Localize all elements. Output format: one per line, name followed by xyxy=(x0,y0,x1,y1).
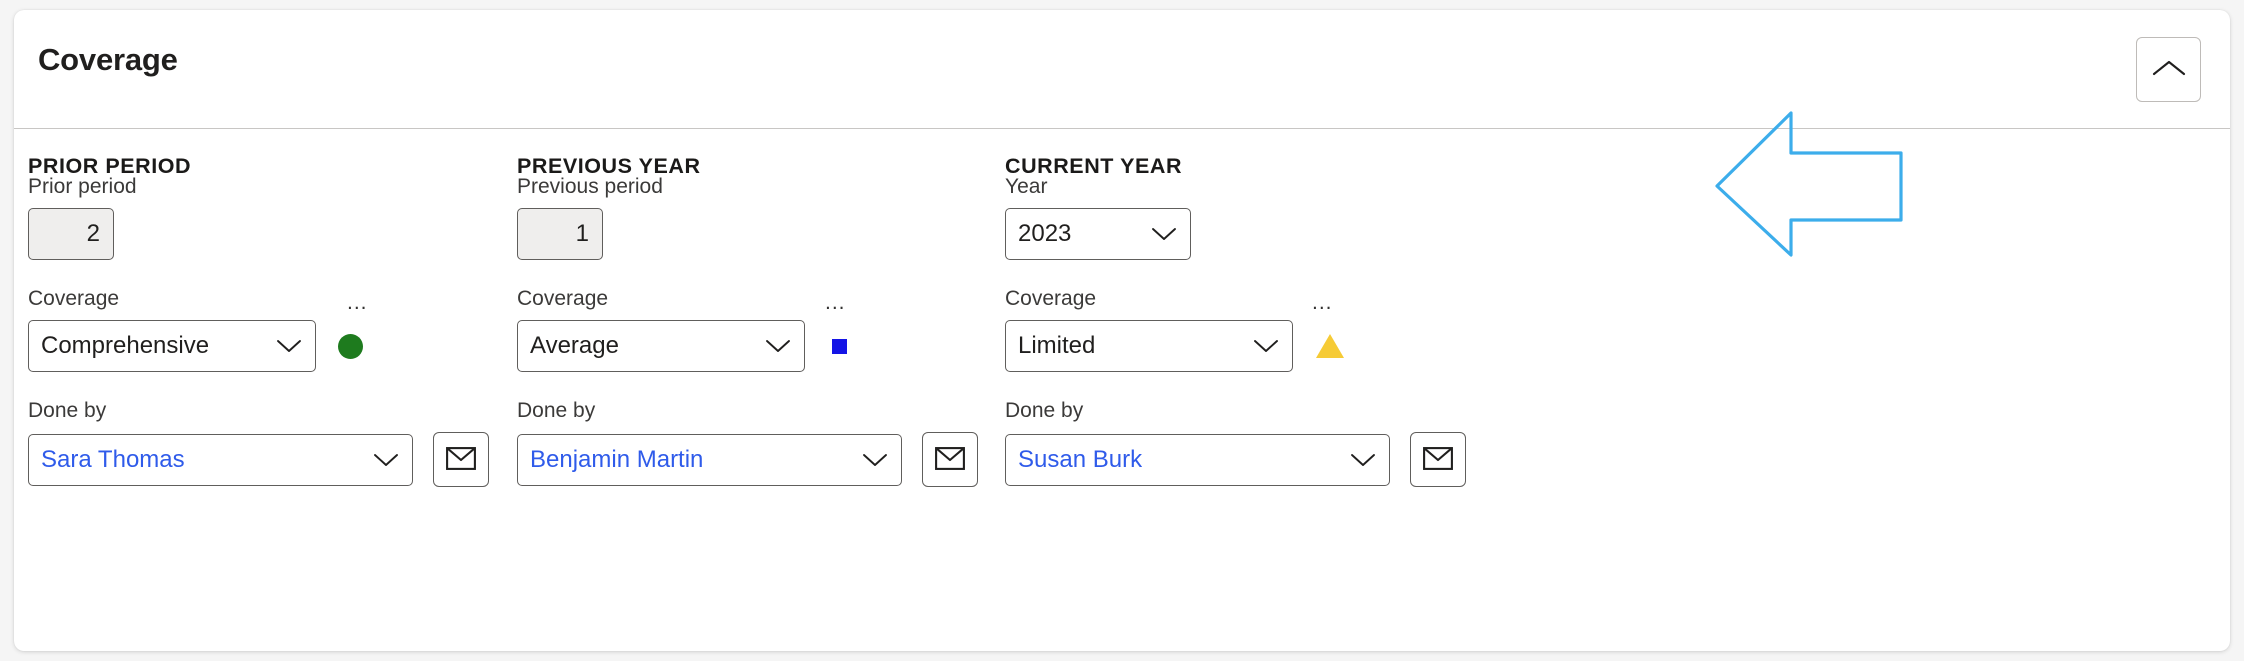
coverage-dropdown-prior-value: Comprehensive xyxy=(41,332,210,359)
year-dropdown[interactable]: 2023 xyxy=(1005,208,1191,260)
send-email-button-previous[interactable] xyxy=(922,432,978,487)
year-dropdown-value: 2023 xyxy=(1018,220,1072,247)
send-email-button-prior[interactable] xyxy=(433,432,489,487)
envelope-icon xyxy=(935,446,965,473)
envelope-icon xyxy=(1423,446,1453,473)
page-title: Coverage xyxy=(38,42,178,77)
field-label-doneby-current: Done by xyxy=(1005,399,1084,422)
prior-period-value: 2 xyxy=(28,208,114,260)
doneby-row-current: Susan Burk xyxy=(1005,432,1466,487)
doneby-dropdown-current[interactable]: Susan Burk xyxy=(1005,433,1390,486)
card-header: Coverage xyxy=(14,10,2230,129)
status-badge-previous xyxy=(832,338,847,354)
field-label-doneby-prior: Done by xyxy=(28,399,107,422)
coverage-overflow-menu-previous[interactable]: ... xyxy=(825,292,846,313)
field-label-coverage-prior: Coverage xyxy=(28,287,120,310)
field-coverage-current: Coverage ... Limited xyxy=(1005,288,1466,372)
field-label-doneby-previous: Done by xyxy=(517,399,596,422)
card-body: PRIOR PERIOD Prior period 2 Coverage ...… xyxy=(14,129,2230,650)
field-label-coverage-previous: Coverage xyxy=(517,287,609,310)
field-doneby-prior: Done by Sara Thomas xyxy=(28,400,489,487)
section-title-current-year: CURRENT YEAR xyxy=(1005,154,1183,178)
chevron-down-icon xyxy=(765,339,791,353)
doneby-dropdown-previous[interactable]: Benjamin Martin xyxy=(517,433,902,486)
field-label-year: Year xyxy=(1005,175,1048,198)
doneby-dropdown-current-value: Susan Burk xyxy=(1018,445,1143,473)
field-year: Year 2023 xyxy=(1005,176,1466,260)
chevron-down-icon xyxy=(276,339,302,353)
collapse-card-button[interactable] xyxy=(2136,37,2201,102)
chevron-down-icon xyxy=(373,453,399,467)
chevron-up-icon xyxy=(2152,58,2186,81)
coverage-dropdown-current[interactable]: Limited xyxy=(1005,320,1293,372)
field-coverage-prior: Coverage ... Comprehensive xyxy=(28,288,489,372)
coverage-dropdown-previous-value: Average xyxy=(530,332,619,359)
field-prior-period: Prior period 2 xyxy=(28,176,489,260)
doneby-dropdown-previous-value: Benjamin Martin xyxy=(530,445,704,473)
status-badge-prior xyxy=(338,333,363,359)
coverage-overflow-menu-prior[interactable]: ... xyxy=(347,292,368,313)
coverage-row-prior: Comprehensive xyxy=(28,320,489,372)
field-doneby-previous: Done by Benjamin Martin xyxy=(517,400,978,487)
doneby-row-previous: Benjamin Martin xyxy=(517,432,978,487)
previous-period-value: 1 xyxy=(517,208,603,260)
screen-root: Coverage PRIOR PERIOD Prior period 2 Cov… xyxy=(0,0,2244,661)
field-doneby-current: Done by Susan Burk xyxy=(1005,400,1466,487)
field-label-coverage-current: Coverage xyxy=(1005,287,1097,310)
column-previous-year: PREVIOUS YEAR Previous period 1 Coverage… xyxy=(517,129,978,487)
chevron-down-icon xyxy=(1253,339,1279,353)
coverage-row-current: Limited xyxy=(1005,320,1466,372)
coverage-card: Coverage PRIOR PERIOD Prior period 2 Cov… xyxy=(14,10,2230,651)
section-title-previous-year: PREVIOUS YEAR xyxy=(517,154,701,178)
section-title-prior-period: PRIOR PERIOD xyxy=(28,154,192,178)
field-coverage-previous: Coverage ... Average xyxy=(517,288,978,372)
send-email-button-current[interactable] xyxy=(1410,432,1466,487)
chevron-down-icon xyxy=(1350,453,1376,467)
chevron-down-icon xyxy=(862,453,888,467)
doneby-dropdown-prior-value: Sara Thomas xyxy=(41,445,185,473)
field-label-prior-period: Prior period xyxy=(28,175,137,198)
coverage-dropdown-prior[interactable]: Comprehensive xyxy=(28,320,316,372)
field-previous-period: Previous period 1 xyxy=(517,176,978,260)
envelope-icon xyxy=(446,446,476,473)
coverage-dropdown-current-value: Limited xyxy=(1018,332,1096,359)
status-badge-current xyxy=(1316,334,1344,358)
field-label-previous-period: Previous period xyxy=(517,175,663,198)
doneby-row-prior: Sara Thomas xyxy=(28,432,489,487)
coverage-row-previous: Average xyxy=(517,320,978,372)
column-current-year: CURRENT YEAR Year 2023 Coverage ... Limi… xyxy=(1005,129,1466,487)
doneby-dropdown-prior[interactable]: Sara Thomas xyxy=(28,433,413,486)
coverage-overflow-menu-current[interactable]: ... xyxy=(1312,292,1333,313)
coverage-dropdown-previous[interactable]: Average xyxy=(517,320,805,372)
chevron-down-icon xyxy=(1151,227,1177,241)
column-prior-period: PRIOR PERIOD Prior period 2 Coverage ...… xyxy=(28,129,489,487)
